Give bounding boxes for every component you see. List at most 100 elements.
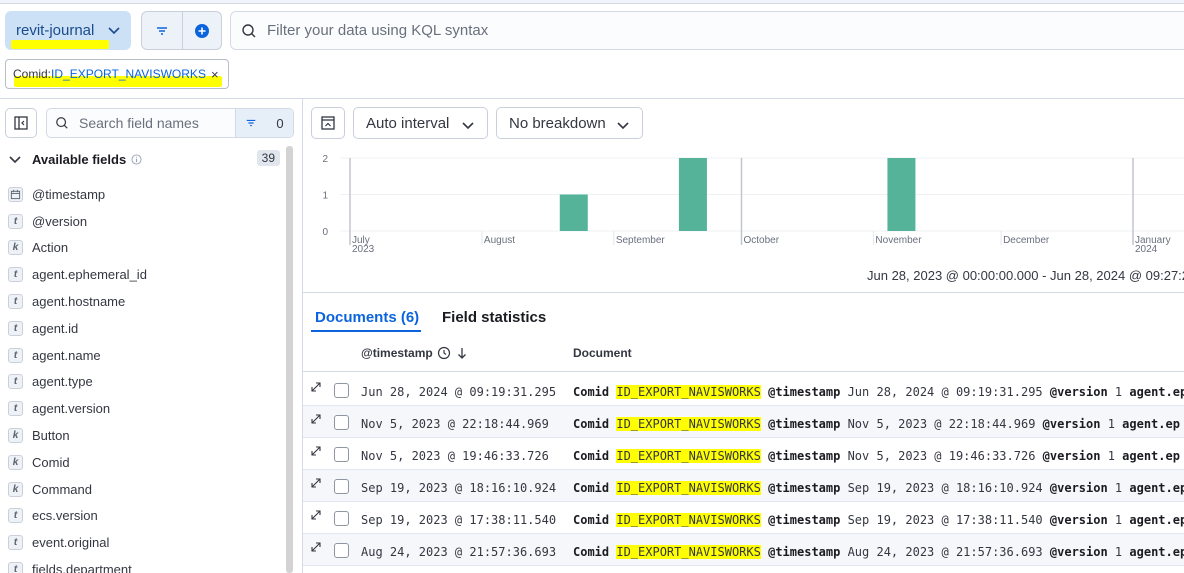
field-item[interactable]: k Button xyxy=(8,422,286,449)
doc-value: Nov 5, 2023 @ 22:18:44.969 xyxy=(847,417,1036,431)
expand-icon[interactable] xyxy=(309,476,323,490)
column-header-document: Document xyxy=(573,346,632,360)
header-divider xyxy=(0,98,1184,99)
row-timestamp: Nov 5, 2023 @ 19:46:33.726 xyxy=(361,449,549,463)
field-item[interactable]: t agent.ephemeral_id xyxy=(8,261,286,288)
text-type-icon: t xyxy=(8,401,23,417)
breakdown-dropdown[interactable]: No breakdown xyxy=(496,107,643,139)
table-row[interactable]: Nov 5, 2023 @ 22:18:44.969 Comid ID_EXPOR… xyxy=(303,406,1184,438)
active-tab-underline xyxy=(311,330,421,332)
row-document: Comid ID_EXPORT_NAVISWORKS @timestamp Au… xyxy=(573,545,1184,559)
row-checkbox[interactable] xyxy=(334,479,349,494)
field-item[interactable]: k Comid xyxy=(8,449,286,476)
x-tick-label: August xyxy=(484,235,515,246)
row-checkbox[interactable] xyxy=(334,511,349,526)
histogram-bar[interactable] xyxy=(559,194,588,232)
column-header-timestamp[interactable]: @timestamp xyxy=(361,346,469,360)
field-item[interactable]: @timestamp xyxy=(8,181,286,208)
row-timestamp: Nov 5, 2023 @ 22:18:44.969 xyxy=(361,417,549,431)
histogram-bar[interactable] xyxy=(887,158,916,231)
clock-icon xyxy=(437,346,450,360)
keyword-type-icon: k xyxy=(8,428,23,444)
row-document: Comid ID_EXPORT_NAVISWORKS @timestamp No… xyxy=(573,449,1180,463)
doc-key: Comid xyxy=(573,449,610,463)
tab-field-statistics[interactable]: Field statistics xyxy=(442,309,546,326)
table-row[interactable]: Aug 24, 2023 @ 21:57:36.693 Comid ID_EXPO… xyxy=(303,534,1184,566)
field-item[interactable]: t agent.id xyxy=(8,315,286,342)
table-row[interactable]: Sep 19, 2023 @ 17:38:11.540 Comid ID_EXPO… xyxy=(303,502,1184,534)
field-item[interactable]: k Action xyxy=(8,235,286,262)
doc-value-highlight: ID_EXPORT_NAVISWORKS xyxy=(616,417,761,431)
histogram-chart[interactable]: 210July2023August September October Novembe… xyxy=(310,150,1184,260)
field-name: Button xyxy=(32,428,70,444)
close-icon[interactable]: × xyxy=(211,67,219,82)
field-item[interactable]: t agent.hostname xyxy=(8,288,286,315)
x-tick-year-label: 2024 xyxy=(1135,244,1158,255)
histogram-bar[interactable] xyxy=(678,158,707,231)
sort-descending-icon[interactable] xyxy=(455,346,469,360)
expand-icon[interactable] xyxy=(309,412,323,426)
row-checkbox[interactable] xyxy=(334,543,349,558)
filter-menu-button[interactable] xyxy=(142,12,182,49)
doc-key: @timestamp xyxy=(768,449,841,463)
x-tick-year-label: 2023 xyxy=(352,244,375,255)
doc-key: Comid xyxy=(573,417,610,431)
expand-icon[interactable] xyxy=(309,380,323,394)
sidebar-scrollbar[interactable] xyxy=(286,146,293,573)
keyword-type-icon: k xyxy=(8,481,23,497)
row-timestamp: Aug 24, 2023 @ 21:57:36.693 xyxy=(361,545,557,559)
interval-dropdown[interactable]: Auto interval xyxy=(353,107,488,139)
chevron-down-icon xyxy=(108,27,120,35)
row-checkbox[interactable] xyxy=(334,415,349,430)
doc-value: 1 xyxy=(1114,513,1123,527)
column-header-timestamp-label: @timestamp xyxy=(361,346,433,360)
table-row[interactable]: Jun 28, 2024 @ 09:19:31.295 Comid ID_EXPO… xyxy=(303,374,1184,406)
field-filter-button[interactable]: 0 xyxy=(235,109,293,137)
row-timestamp: Jun 28, 2024 @ 09:19:31.295 xyxy=(361,385,557,399)
x-tick-label: October xyxy=(744,235,780,246)
sidebar-collapse-button[interactable] xyxy=(5,108,37,138)
field-name: Comid xyxy=(32,454,70,470)
kql-search-input[interactable]: Filter your data using KQL syntax xyxy=(230,11,1184,50)
field-name: agent.id xyxy=(32,320,79,336)
tab-documents[interactable]: Documents (6) xyxy=(315,309,419,326)
sidebar-toggle-icon xyxy=(14,116,28,130)
filter-pill-comid[interactable]: Comid: ID_EXPORT_NAVISWORKS × xyxy=(5,59,229,89)
field-name: @timestamp xyxy=(32,186,106,202)
doc-key: agent.ep xyxy=(1129,545,1184,559)
chart-toggle-button[interactable] xyxy=(311,107,345,139)
doc-key: agent.ep xyxy=(1129,513,1184,527)
row-checkbox[interactable] xyxy=(334,447,349,462)
doc-value: 1 xyxy=(1114,385,1123,399)
time-range-label: Jun 28, 2023 @ 00:00:00.000 - Jun 28, 20… xyxy=(867,268,1184,283)
field-item[interactable]: t event.original xyxy=(8,529,286,556)
field-item[interactable]: t agent.name xyxy=(8,342,286,369)
interval-label: Auto interval xyxy=(366,114,450,132)
text-type-icon: t xyxy=(8,294,23,310)
text-type-icon: t xyxy=(8,347,23,363)
field-item[interactable]: t fields.department xyxy=(8,556,286,573)
chevron-down-icon xyxy=(462,122,474,130)
expand-icon[interactable] xyxy=(309,508,323,522)
field-search-input[interactable]: Search field names 0 xyxy=(46,108,294,138)
field-item[interactable]: t agent.version xyxy=(8,395,286,422)
field-item[interactable]: t agent.type xyxy=(8,369,286,396)
doc-key: @version xyxy=(1049,481,1108,495)
available-fields-header[interactable]: Available fields 39 xyxy=(8,150,280,168)
row-document: Comid ID_EXPORT_NAVISWORKS @timestamp Se… xyxy=(573,481,1184,495)
add-filter-button[interactable] xyxy=(181,12,222,49)
search-icon xyxy=(56,117,68,129)
field-item[interactable]: t @version xyxy=(8,208,286,235)
field-item[interactable]: k Command xyxy=(8,476,286,503)
expand-icon[interactable] xyxy=(309,444,323,458)
text-type-icon: t xyxy=(8,320,23,336)
doc-key: @version xyxy=(1049,545,1108,559)
field-list: @timestamp t @version k Action t agent.ephemer… xyxy=(8,181,286,573)
row-checkbox[interactable] xyxy=(334,383,349,398)
table-row[interactable]: Sep 19, 2023 @ 18:16:10.924 Comid ID_EXPO… xyxy=(303,470,1184,502)
table-row[interactable]: Nov 5, 2023 @ 19:46:33.726 Comid ID_EXPOR… xyxy=(303,438,1184,470)
expand-icon[interactable] xyxy=(309,540,323,554)
dataview-picker[interactable]: revit-journal xyxy=(5,11,131,50)
x-tick-label: December xyxy=(1003,235,1050,246)
field-item[interactable]: t ecs.version xyxy=(8,503,286,530)
